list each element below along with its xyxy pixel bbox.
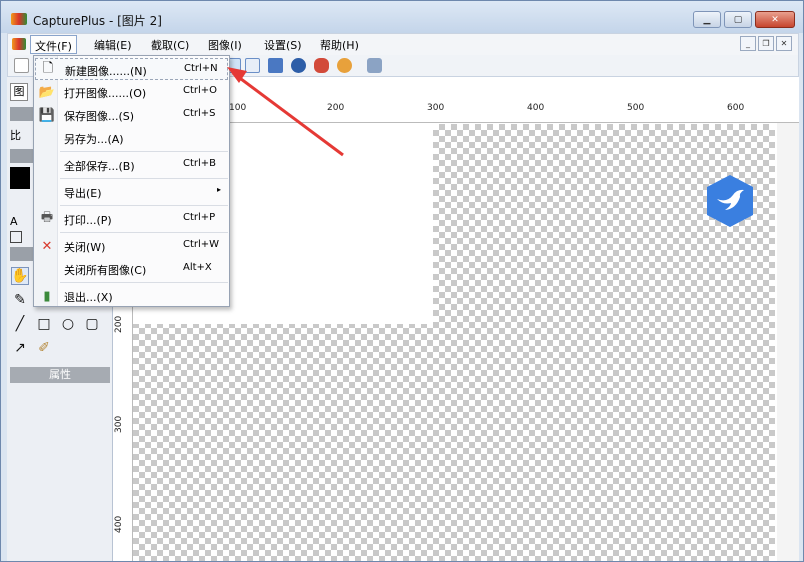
title-bar: CapturePlus - [图片 2] ▁ ▢ ✕ <box>1 1 803 33</box>
highlighter-tool-icon[interactable]: ✐ <box>35 339 53 357</box>
rounded-rect-tool-icon[interactable]: ▢ <box>83 315 101 333</box>
ruler-tick-label: 400 <box>527 103 545 113</box>
menu-item-label: 导出(E) <box>64 187 102 200</box>
menu-item-shortcut: Alt+X <box>183 262 212 273</box>
menu-file[interactable]: 文件(F) <box>30 35 77 54</box>
wrench-icon[interactable] <box>367 58 382 73</box>
menu-capture[interactable]: 截取(C) <box>151 37 189 53</box>
menu-item-new-image[interactable]: 🗋 新建图像......(N) Ctrl+N <box>35 58 228 80</box>
menu-separator <box>60 178 228 179</box>
ruler-tick-label: 200 <box>114 315 124 333</box>
menu-item-close-all[interactable]: 关闭所有图像(C) Alt+X <box>35 258 228 280</box>
line-tool-icon[interactable]: ╱ <box>11 315 29 333</box>
close-red-icon: ✕ <box>41 238 53 254</box>
menu-item-save-as[interactable]: 另存为...(A) <box>35 127 228 149</box>
menu-item-label: 退出...(X) <box>64 291 113 304</box>
app-logo-icon <box>11 13 27 25</box>
rectangle-tool-icon[interactable]: □ <box>35 315 53 333</box>
save-image-icon: 💾 <box>38 107 56 123</box>
menu-separator <box>60 205 228 206</box>
color-swatch[interactable] <box>10 167 30 189</box>
menu-item-label: 保存图像...(S) <box>64 110 135 123</box>
window-title: CapturePlus - [图片 2] <box>33 14 162 28</box>
printer-icon: 🖶 <box>40 210 54 225</box>
ruler-tick-label: 300 <box>114 415 124 433</box>
ellipse-tool-icon[interactable]: ○ <box>59 315 77 333</box>
ruler-tick-label: 200 <box>327 103 345 113</box>
ruler-tick-label: 100 <box>229 103 247 113</box>
ruler-tick-label: 600 <box>727 103 745 113</box>
app-window: CapturePlus - [图片 2] ▁ ▢ ✕ 文件(F) 编辑(E) 截… <box>0 0 804 562</box>
eyedropper-icon[interactable]: ✎ <box>11 291 29 309</box>
doc-close-button[interactable]: ✕ <box>776 36 792 51</box>
hand-tool-icon[interactable]: ✋ <box>11 267 29 285</box>
ruler-tick-label: 400 <box>114 515 124 533</box>
menu-help[interactable]: 帮助(H) <box>320 37 359 53</box>
menu-item-shortcut: Ctrl+N <box>184 63 218 74</box>
menu-item-save-all[interactable]: 全部保存...(B) Ctrl+B <box>35 154 228 176</box>
ruler-tick-label: 500 <box>627 103 645 113</box>
menu-item-save-image[interactable]: 💾 保存图像...(S) Ctrl+S <box>35 104 228 126</box>
menu-item-label: 另存为...(A) <box>64 133 124 146</box>
ruler-tick-label: 300 <box>427 103 445 113</box>
new-image-icon: 🗋 <box>42 61 54 76</box>
fullscreen-icon[interactable] <box>268 58 283 73</box>
menu-app-icon <box>12 38 26 50</box>
menu-image[interactable]: 图像(I) <box>208 37 242 53</box>
ratio-label: 比 <box>10 129 21 142</box>
minimize-button[interactable]: ▁ <box>693 11 721 28</box>
doc-minimize-button[interactable]: _ <box>740 36 756 51</box>
color-picker-icon[interactable] <box>314 58 329 73</box>
panel-tab-image[interactable]: 图 <box>10 83 28 101</box>
menu-item-label: 关闭(W) <box>64 241 106 254</box>
open-image-icon: 📂 <box>38 84 56 100</box>
menu-item-shortcut: Ctrl+B <box>183 158 217 169</box>
menu-item-shortcut: Ctrl+P <box>183 212 216 223</box>
menu-item-label: 新建图像......(N) <box>65 65 147 78</box>
bird-logo-icon <box>707 175 753 227</box>
menu-separator <box>60 282 228 283</box>
file-menu-dropdown: 🗋 新建图像......(N) Ctrl+N 📂 打开图像......(O) C… <box>33 55 230 307</box>
menu-item-label: 关闭所有图像(C) <box>64 264 147 277</box>
menu-item-shortcut: Ctrl+W <box>183 239 220 250</box>
menu-item-label: 打印...(P) <box>64 214 112 227</box>
menu-item-label: 全部保存...(B) <box>64 160 135 173</box>
submenu-arrow-icon: ▸ <box>217 185 222 194</box>
region-icon[interactable] <box>291 58 306 73</box>
palette-icon[interactable] <box>337 58 352 73</box>
menu-item-shortcut: Ctrl+O <box>183 85 218 96</box>
properties-header: 属性 <box>10 367 110 383</box>
menu-settings[interactable]: 设置(S) <box>264 37 302 53</box>
menu-separator <box>60 151 228 152</box>
arrow-tool-icon[interactable]: ↗ <box>11 339 29 357</box>
menu-item-open-image[interactable]: 📂 打开图像......(O) Ctrl+O <box>35 81 228 103</box>
close-button[interactable]: ✕ <box>755 11 795 28</box>
maximize-button[interactable]: ▢ <box>724 11 752 28</box>
new-doc-icon[interactable] <box>14 58 29 73</box>
menu-item-export[interactable]: 导出(E) ▸ <box>35 181 228 203</box>
menu-separator <box>60 232 228 233</box>
menu-item-print[interactable]: 🖶 打印...(P) Ctrl+P <box>35 208 228 230</box>
grid-icon[interactable] <box>245 58 260 73</box>
menu-item-close[interactable]: ✕ 关闭(W) Ctrl+W <box>35 235 228 257</box>
menu-item-shortcut: Ctrl+S <box>183 108 216 119</box>
doc-restore-button[interactable]: ❐ <box>758 36 774 51</box>
exit-icon: ▮ <box>43 288 51 304</box>
vertical-scrollbar[interactable] <box>777 123 799 561</box>
menu-edit[interactable]: 编辑(E) <box>94 37 132 53</box>
menu-item-label: 打开图像......(O) <box>64 87 147 100</box>
checkbox-icon[interactable] <box>10 231 22 243</box>
menu-bar: 文件(F) 编辑(E) 截取(C) 图像(I) 设置(S) 帮助(H) _ ❐ … <box>7 33 799 55</box>
menu-item-exit[interactable]: ▮ 退出...(X) <box>35 285 228 307</box>
text-tool-label: A <box>10 215 18 228</box>
